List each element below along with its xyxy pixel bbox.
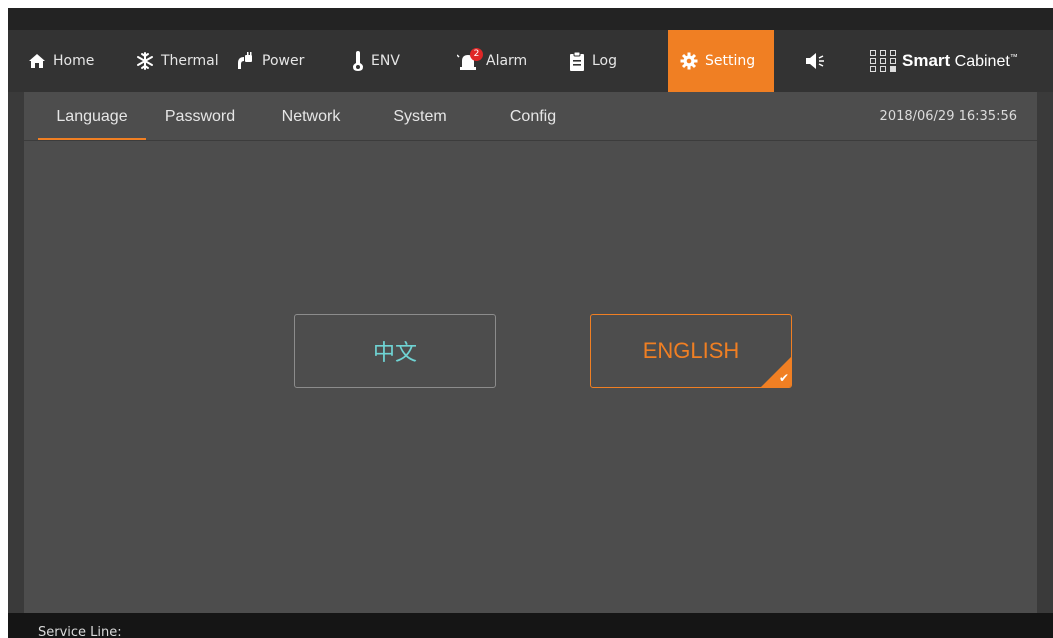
nav-home-label: Home: [53, 53, 95, 69]
brand-logo: Smart Cabinet™: [870, 38, 1018, 84]
language-chinese-button[interactable]: 中文: [294, 314, 496, 388]
brand-grid-icon: [870, 50, 898, 72]
speaker-mute-icon: [805, 52, 827, 70]
tab-password[interactable]: Password: [154, 108, 246, 140]
nav-power-label: Power: [262, 53, 305, 69]
language-chinese-label: 中文: [372, 341, 417, 366]
tab-system[interactable]: System: [380, 108, 460, 140]
nav-env[interactable]: ENV: [352, 30, 400, 92]
nav-env-label: ENV: [371, 53, 400, 69]
nav-thermal[interactable]: Thermal: [136, 30, 219, 92]
nav-alarm-label: Alarm: [486, 53, 528, 69]
nav-log[interactable]: Log: [569, 30, 617, 92]
tab-language[interactable]: Language: [38, 108, 146, 140]
app-screen: Home Thermal Power ENV 2 Alarm Log Setti…: [8, 8, 1053, 638]
settings-tabs: Language Password Network System Config …: [24, 92, 1037, 141]
language-english-label: ENGLISH: [642, 338, 740, 363]
top-strip: [8, 8, 1053, 30]
nav-log-label: Log: [592, 53, 618, 69]
service-line-label: Service Line:: [38, 625, 122, 638]
nav-home[interactable]: Home: [28, 30, 94, 92]
footer-bar: Service Line:: [8, 613, 1053, 638]
nav-alarm[interactable]: 2 Alarm: [457, 30, 527, 92]
alarm-count-badge: 2: [470, 48, 483, 61]
nav-setting-label: Setting: [705, 53, 756, 69]
plug-icon: [235, 52, 255, 70]
clipboard-icon: [569, 51, 585, 71]
thermometer-icon: [352, 51, 364, 71]
settings-panel: Language Password Network System Config …: [24, 92, 1037, 613]
checkmark-icon: ✔: [778, 371, 789, 385]
nav-power[interactable]: Power: [235, 30, 304, 92]
gear-icon: [680, 52, 698, 70]
tab-network[interactable]: Network: [266, 108, 356, 140]
datetime-display: 2018/06/29 16:35:56: [879, 109, 1017, 124]
alarm-icon: 2: [457, 48, 483, 71]
mute-button[interactable]: [805, 30, 834, 92]
home-icon: [28, 53, 46, 69]
language-english-button[interactable]: ENGLISH ✔: [590, 314, 792, 388]
nav-setting[interactable]: Setting: [668, 30, 774, 102]
tab-config[interactable]: Config: [498, 108, 568, 140]
main-nav: Home Thermal Power ENV 2 Alarm Log Setti…: [8, 30, 1053, 102]
brand-name: Smart Cabinet™: [902, 51, 1018, 70]
nav-thermal-label: Thermal: [161, 53, 219, 69]
snowflake-icon: [136, 52, 154, 70]
